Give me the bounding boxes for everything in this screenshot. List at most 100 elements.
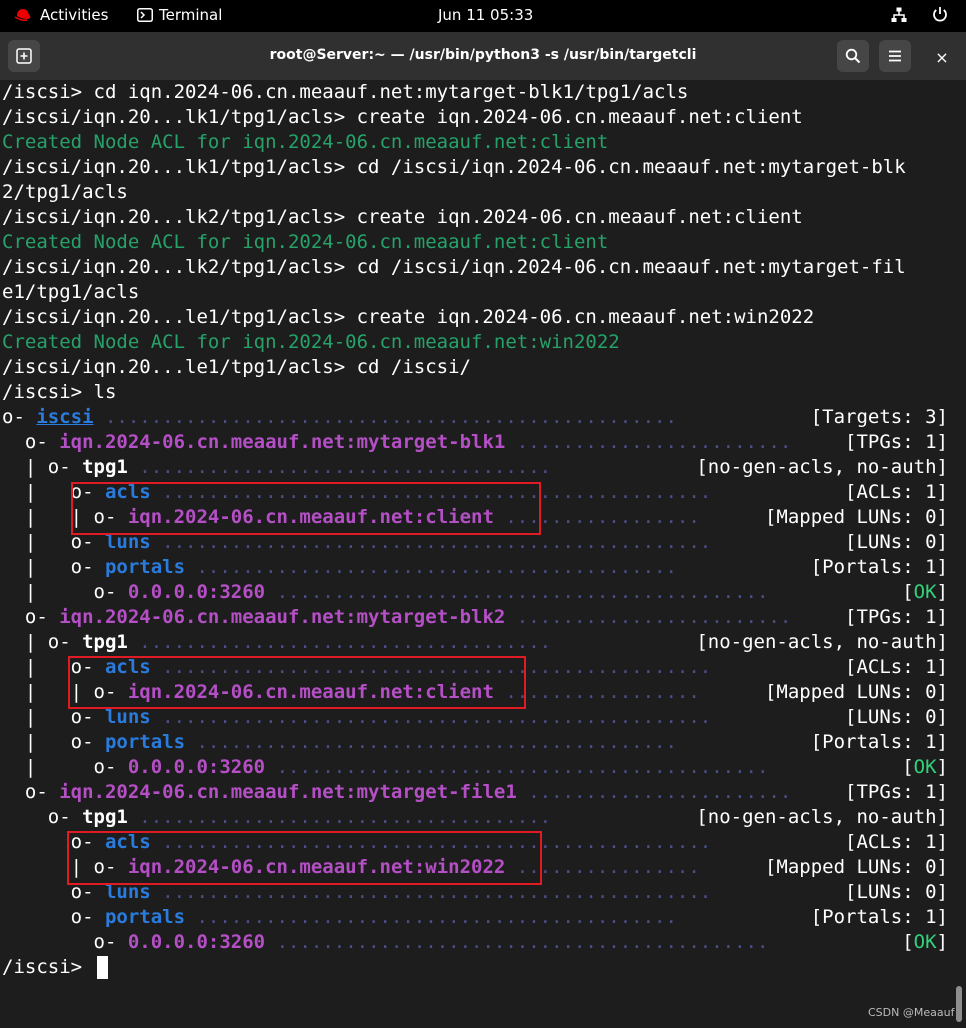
tree-node-name: tpg1 (82, 806, 128, 828)
terminal-line: /iscsi/iqn.20...le1/tpg1/acls> cd /iscsi… (2, 356, 471, 378)
tree-info: [OK] (902, 931, 948, 953)
tree-prefix: | o- (2, 631, 83, 653)
close-icon: × (935, 47, 949, 67)
tree-line: o- tpg1 ................................… (2, 805, 948, 830)
search-button[interactable] (837, 40, 869, 72)
tree-dots: .................................... (127, 806, 563, 828)
tree-dots: .................................... (127, 456, 563, 478)
tree-dots: .................................... (127, 631, 563, 653)
tree-info: [LUNs: 0] (845, 706, 948, 728)
terminal-line: Created Node ACL for iqn.2024-06.cn.meaa… (2, 231, 609, 253)
tree-info: [TPGs: 1] (845, 781, 948, 803)
status-ok: OK (913, 931, 937, 953)
app-menu-terminal[interactable]: Terminal (137, 6, 222, 24)
tree-prefix: o- (2, 406, 37, 428)
watermark: CSDN @Meaauf (868, 1006, 955, 1019)
tree-line: o- iscsi ...............................… (2, 405, 948, 430)
tree-info: [no-gen-acls, no-auth] (696, 631, 948, 653)
tree-dots: ........................................… (150, 706, 723, 728)
tree-info: [Mapped LUNs: 0] (764, 506, 948, 528)
tree-line: | o- tpg1 ..............................… (2, 630, 948, 655)
tree-prefix: o- (2, 781, 60, 803)
tree-line: o- iqn.2024-06.cn.meaauf.net:mytarget-bl… (2, 430, 948, 455)
tree-node-name: iqn.2024-06.cn.meaauf.net:mytarget-blk2 (59, 606, 506, 628)
tree-dots: ........................................… (185, 906, 689, 928)
redhat-logo-icon (14, 9, 31, 21)
tree-prefix: o- (2, 931, 128, 953)
tree-line: | o- portals ...........................… (2, 730, 948, 755)
tree-node-name: tpg1 (82, 631, 128, 653)
search-icon (845, 48, 861, 64)
tree-info: [no-gen-acls, no-auth] (696, 456, 948, 478)
terminal-line: /iscsi> cd iqn.2024-06.cn.meaauf.net:myt… (2, 81, 689, 103)
terminal-line: Created Node ACL for iqn.2024-06.cn.meaa… (2, 131, 609, 153)
scrollbar-thumb[interactable] (956, 986, 962, 1022)
tree-info: [TPGs: 1] (845, 606, 948, 628)
terminal-output[interactable]: /iscsi> cd iqn.2024-06.cn.meaauf.net:myt… (0, 80, 966, 1028)
tree-node-name: tpg1 (82, 456, 128, 478)
tree-prefix: | o- (2, 706, 105, 728)
tree-line: o- iqn.2024-06.cn.meaauf.net:mytarget-bl… (2, 605, 948, 630)
tree-node-name: portals (104, 731, 186, 753)
clock[interactable]: Jun 11 05:33 (438, 6, 533, 24)
tree-dots: ........................................… (185, 556, 689, 578)
tree-node-name: portals (104, 556, 186, 578)
window-title: root@Server:~ — /usr/bin/python3 -s /usr… (269, 47, 697, 63)
tree-info: [Portals: 1] (810, 556, 948, 578)
status-ok: OK (913, 581, 937, 603)
highlight-box-blk2-acls (68, 656, 526, 709)
menu-button[interactable] (879, 40, 911, 72)
tree-info: [ACLs: 1] (845, 831, 948, 853)
tree-info: [TPGs: 1] (845, 431, 948, 453)
app-name-label: Terminal (159, 6, 223, 24)
tree-prefix: o- (2, 806, 83, 828)
tree-node-name: luns (104, 706, 151, 728)
tree-line: | o- 0.0.0.0:3260 ......................… (2, 580, 948, 605)
tree-dots: ........................................… (265, 581, 780, 603)
tree-info: [LUNs: 0] (845, 881, 948, 903)
tree-dots: ........................ (505, 606, 803, 628)
tree-node-name: portals (104, 906, 186, 928)
tree-dots: ................. (493, 681, 712, 703)
tree-info: [Mapped LUNs: 0] (764, 856, 948, 878)
tree-line: o- 0.0.0.0:3260 ........................… (2, 930, 949, 955)
tree-prefix: | o- (2, 581, 128, 603)
terminal-line: 2/tpg1/acls (2, 181, 128, 203)
terminal-line: /iscsi/iqn.20...lk1/tpg1/acls> cd /iscsi… (2, 156, 906, 178)
tree-node-name: iqn.2024-06.cn.meaauf.net:mytarget-blk1 (59, 431, 506, 453)
tree-line: o- iqn.2024-06.cn.meaauf.net:mytarget-fi… (2, 780, 948, 805)
terminal-line: /iscsi/iqn.20...lk2/tpg1/acls> cd /iscsi… (2, 256, 906, 278)
terminal-titlebar: root@Server:~ — /usr/bin/python3 -s /usr… (0, 32, 966, 80)
tree-info: [OK] (902, 756, 948, 778)
activities-label: Activities (40, 6, 109, 24)
tree-info: [ACLs: 1] (845, 481, 948, 503)
tree-prefix: | o- (2, 731, 105, 753)
network-icon[interactable] (891, 7, 907, 27)
tree-node-name: iqn.2024-06.cn.meaauf.net:mytarget-file1 (59, 781, 517, 803)
tree-info: [ACLs: 1] (845, 656, 948, 678)
tree-dots: ........................................… (93, 406, 689, 428)
tree-prefix: | o- (2, 456, 83, 478)
hamburger-menu-icon (889, 50, 901, 62)
status-ok: OK (913, 756, 937, 778)
tree-prefix: | o- (2, 556, 105, 578)
tree-node-name: 0.0.0.0:3260 (127, 581, 266, 603)
tree-info: [LUNs: 0] (845, 531, 948, 553)
terminal-line: /iscsi/iqn.20...lk2/tpg1/acls> create iq… (2, 206, 803, 228)
tree-info: [Targets: 3] (810, 406, 948, 428)
tree-dots: ........................ (505, 431, 803, 453)
tree-line: o- portals .............................… (2, 905, 948, 930)
power-icon[interactable] (932, 6, 948, 27)
tree-prefix: o- (2, 606, 60, 628)
tree-dots: ........................................… (265, 931, 780, 953)
tree-prefix: | o- (2, 756, 128, 778)
shell-prompt: /iscsi> (2, 956, 94, 978)
tree-dots: ........................................… (265, 756, 780, 778)
tree-line: | o- tpg1 ..............................… (2, 455, 948, 480)
tree-line: | o- 0.0.0.0:3260 ......................… (2, 755, 948, 780)
tree-info: [Mapped LUNs: 0] (764, 681, 948, 703)
tree-info: [no-gen-acls, no-auth] (696, 806, 948, 828)
tree-prefix: o- (2, 431, 60, 453)
activities-button[interactable]: Activities (14, 6, 108, 24)
close-window-button[interactable]: × (930, 45, 954, 69)
